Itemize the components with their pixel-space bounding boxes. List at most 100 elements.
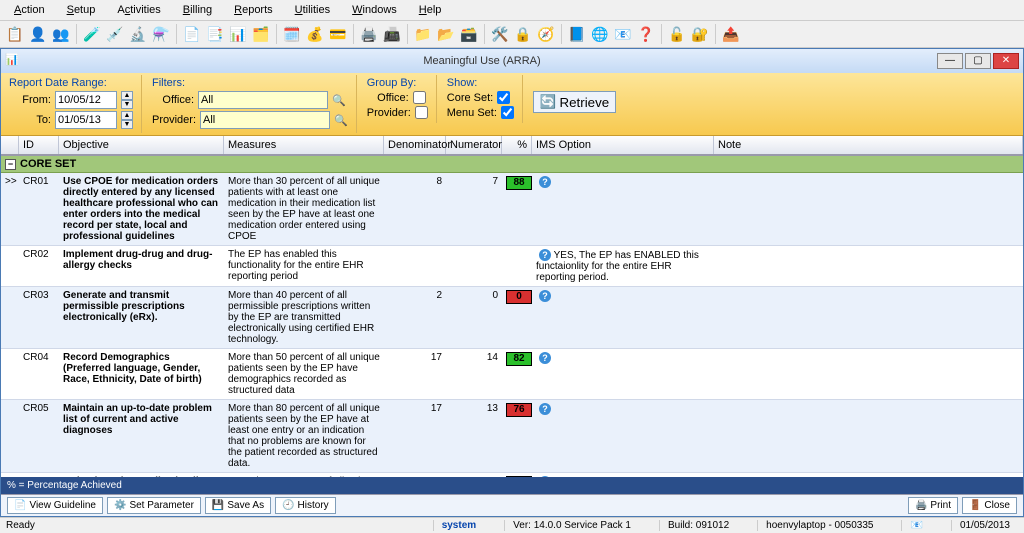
gb-office-checkbox[interactable]: [413, 91, 426, 104]
tool-icon-20[interactable]: 🛠️: [489, 23, 511, 45]
menu-action[interactable]: Action: [4, 2, 55, 18]
col-numerator[interactable]: Numerator: [446, 136, 502, 154]
print-button[interactable]: 🖨️Print: [908, 497, 958, 514]
office-combo[interactable]: [198, 91, 328, 109]
tool-icon-6[interactable]: 🔬: [127, 23, 149, 45]
table-row[interactable]: CR05Maintain an up-to-date problem list …: [1, 400, 1023, 473]
minimize-button[interactable]: —: [937, 53, 963, 69]
row-numerator: 13: [446, 403, 502, 469]
table-row[interactable]: CR06Maintain active medication listMore …: [1, 473, 1023, 477]
tool-icon-1[interactable]: 📋: [4, 23, 26, 45]
section-core-set[interactable]: − CORE SET: [1, 156, 1023, 173]
menu-billing[interactable]: Billing: [173, 2, 222, 18]
info-icon[interactable]: ?: [539, 403, 551, 415]
row-objective: Implement drug-drug and drug-allergy che…: [59, 249, 224, 283]
tool-icon-27[interactable]: 🔓: [666, 23, 688, 45]
col-measures[interactable]: Measures: [224, 136, 384, 154]
tool-icon-9[interactable]: 📑: [204, 23, 226, 45]
filters-group: Filters: Office: 🔍 Provider: 🔍: [150, 75, 357, 133]
col-id[interactable]: ID: [19, 136, 59, 154]
tool-icon-18[interactable]: 📂: [435, 23, 457, 45]
tool-icon-3[interactable]: 👥: [50, 23, 72, 45]
to-date-input[interactable]: [55, 111, 117, 129]
retrieve-button[interactable]: 🔄 Retrieve: [533, 91, 616, 113]
table-row[interactable]: CR02Implement drug-drug and drug-allergy…: [1, 246, 1023, 287]
tool-icon-7[interactable]: ⚗️: [150, 23, 172, 45]
menu-activities[interactable]: Activities: [107, 2, 170, 18]
close-button[interactable]: ✕: [993, 53, 1019, 69]
tool-icon-5[interactable]: 💉: [104, 23, 126, 45]
tool-icon-23[interactable]: 📘: [566, 23, 588, 45]
provider-lookup-icon[interactable]: 🔍: [334, 114, 348, 127]
col-arrow: [1, 136, 19, 154]
guideline-icon: 📄: [14, 500, 26, 511]
tool-icon-28[interactable]: 🔐: [689, 23, 711, 45]
tool-icon-12[interactable]: 🗓️: [281, 23, 303, 45]
info-icon[interactable]: ?: [539, 290, 551, 302]
save-as-button[interactable]: 💾Save As: [205, 497, 271, 514]
tool-icon-21[interactable]: 🔒: [512, 23, 534, 45]
tool-icon-17[interactable]: 📁: [412, 23, 434, 45]
row-objective: Maintain an up-to-date problem list of c…: [59, 403, 224, 469]
col-pct[interactable]: %: [502, 136, 532, 154]
info-icon[interactable]: ?: [539, 476, 551, 477]
row-measures: More than 30 percent of all unique patie…: [224, 176, 384, 242]
tool-icon-2[interactable]: 👤: [27, 23, 49, 45]
tool-icon-4[interactable]: 🧪: [81, 23, 103, 45]
close-door-icon: 🚪: [969, 500, 981, 511]
menu-set-checkbox[interactable]: [501, 106, 514, 119]
menu-windows[interactable]: Windows: [342, 2, 407, 18]
from-spinner[interactable]: ▲▼: [121, 91, 133, 109]
tool-icon-exit[interactable]: 📤: [720, 23, 742, 45]
tool-icon-14[interactable]: 💳: [327, 23, 349, 45]
tool-icon-10[interactable]: 📊: [227, 23, 249, 45]
to-spinner[interactable]: ▲▼: [121, 111, 133, 129]
collapse-icon[interactable]: −: [5, 159, 16, 170]
tool-icon-16[interactable]: 📠: [381, 23, 403, 45]
row-objective: Generate and transmit permissible prescr…: [59, 290, 224, 345]
info-icon[interactable]: ?: [539, 352, 551, 364]
col-denominator[interactable]: Denominator: [384, 136, 446, 154]
close-window-button[interactable]: 🚪Close: [962, 497, 1017, 514]
tool-icon-8[interactable]: 📄: [181, 23, 203, 45]
date-range-label: Report Date Range:: [9, 77, 133, 89]
tool-icon-15[interactable]: 🖨️: [358, 23, 380, 45]
info-icon[interactable]: ?: [539, 249, 551, 261]
history-button[interactable]: 🕘History: [275, 497, 336, 514]
menu-reports[interactable]: Reports: [224, 2, 283, 18]
print-icon: 🖨️: [915, 500, 927, 511]
maximize-button[interactable]: ▢: [965, 53, 991, 69]
info-icon[interactable]: ?: [539, 176, 551, 188]
tool-icon-25[interactable]: 📧: [612, 23, 634, 45]
view-guideline-button[interactable]: 📄View Guideline: [7, 497, 103, 514]
row-measures: More than 80 percentof all unique patien…: [224, 476, 384, 477]
provider-combo[interactable]: [200, 111, 330, 129]
set-parameter-button[interactable]: ⚙️Set Parameter: [107, 497, 201, 514]
tool-icon-26[interactable]: ❓: [635, 23, 657, 45]
tool-icon-11[interactable]: 🗂️: [250, 23, 272, 45]
window-frame: 📊 Meaningful Use (ARRA) — ▢ ✕ Report Dat…: [0, 48, 1024, 517]
office-lookup-icon[interactable]: 🔍: [332, 94, 346, 107]
row-denominator: [384, 249, 446, 283]
menu-setup[interactable]: Setup: [57, 2, 106, 18]
table-row[interactable]: >>CR01Use CPOE for medication orders dir…: [1, 173, 1023, 246]
col-note[interactable]: Note: [714, 136, 1023, 154]
table-row[interactable]: CR03Generate and transmit permissible pr…: [1, 287, 1023, 349]
row-ims: ?: [532, 176, 714, 242]
pct-badge: 47: [506, 476, 532, 477]
col-ims[interactable]: IMS Option: [532, 136, 714, 154]
gb-provider-checkbox[interactable]: [415, 106, 428, 119]
row-objective: Maintain active medication list: [59, 476, 224, 477]
tool-icon-22[interactable]: 🧭: [535, 23, 557, 45]
tool-icon-13[interactable]: 💰: [304, 23, 326, 45]
menu-help[interactable]: Help: [409, 2, 452, 18]
menu-utilities[interactable]: Utilities: [285, 2, 340, 18]
row-denominator: 17: [384, 403, 446, 469]
tool-icon-19[interactable]: 🗃️: [458, 23, 480, 45]
table-row[interactable]: CR04Record Demographics (Preferred langu…: [1, 349, 1023, 400]
core-set-checkbox[interactable]: [497, 91, 510, 104]
tool-icon-24[interactable]: 🌐: [589, 23, 611, 45]
col-objective[interactable]: Objective: [59, 136, 224, 154]
grid-body[interactable]: − CORE SET >>CR01Use CPOE for medication…: [1, 155, 1023, 477]
from-date-input[interactable]: [55, 91, 117, 109]
